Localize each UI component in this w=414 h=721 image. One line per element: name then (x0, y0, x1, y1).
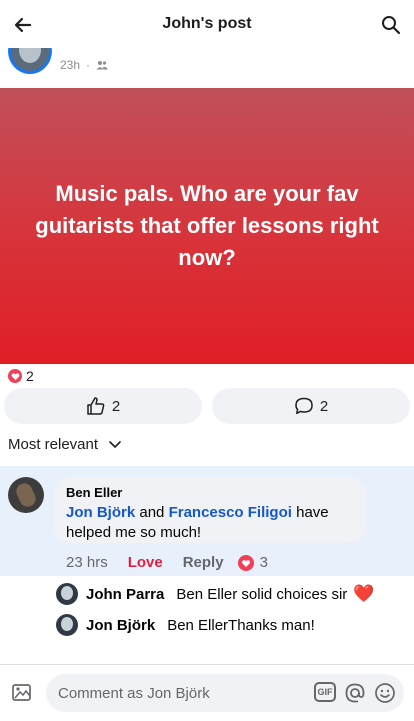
reply-author[interactable]: John Parra (86, 586, 164, 603)
sort-selector[interactable]: Most relevant (8, 436, 122, 453)
reply-avatar[interactable] (56, 614, 78, 636)
reply-text: Ben Eller solid choices sir (176, 585, 348, 603)
heart-emoji: ❤️ (353, 584, 375, 603)
chevron-down-icon (109, 440, 121, 448)
thumbs-up-icon (87, 397, 105, 415)
comment-button[interactable]: 2 (212, 388, 410, 424)
top-bar: John's post (0, 0, 414, 48)
reply-text: Ben EllerThanks man! (167, 616, 315, 634)
mention-link[interactable]: Francesco Filigoi (169, 504, 292, 521)
like-count: 2 (111, 397, 121, 415)
mention-icon[interactable] (344, 682, 366, 704)
love-reaction-icon (8, 369, 22, 383)
mention-link[interactable]: Jon Björk (66, 504, 135, 521)
reply-item: Jon Björk Ben EllerThanks man! (56, 614, 321, 636)
sort-label: Most relevant (8, 436, 99, 453)
love-button[interactable]: Love (128, 554, 163, 571)
post-meta: 23h · (60, 58, 108, 72)
comment-composer: Comment as Jon Björk GIF (0, 664, 414, 721)
comment-text: Jon Björk and Francesco Filigoi have hel… (66, 504, 329, 541)
comment-time: 23 hrs (66, 554, 108, 571)
back-button[interactable] (10, 12, 36, 38)
reaction-summary[interactable]: 2 (8, 368, 34, 384)
photo-icon[interactable] (10, 681, 34, 705)
comment-icon (295, 397, 313, 415)
comment-count: 2 (319, 397, 329, 415)
commenter-avatar[interactable] (8, 477, 44, 513)
arrow-left-icon (14, 17, 32, 33)
reply-button[interactable]: Reply (183, 554, 224, 571)
love-reaction-icon (237, 554, 254, 571)
comment-author[interactable]: Ben Eller (66, 485, 354, 500)
comment-reaction-count: 3 (259, 554, 268, 571)
post-text: Music pals. Who are your fav guitarists … (35, 181, 379, 270)
friends-icon (96, 61, 108, 70)
gif-icon[interactable]: GIF (314, 682, 336, 702)
page-title: John's post (162, 15, 252, 32)
search-button[interactable] (378, 12, 404, 38)
post-banner[interactable]: Music pals. Who are your fav guitarists … (0, 88, 414, 364)
reply-author[interactable]: Jon Björk (86, 617, 155, 634)
comment-actions: 23 hrs Love Reply 3 (66, 554, 268, 571)
comment-placeholder: Comment as Jon Björk (58, 684, 210, 702)
comment-input[interactable]: Comment as Jon Björk GIF (46, 674, 404, 712)
reply-item: John Parra Ben Eller solid choices sir ❤… (56, 583, 374, 605)
input-icons: GIF (314, 682, 396, 704)
reaction-count: 2 (26, 368, 34, 384)
reply-avatar[interactable] (56, 583, 78, 605)
comment-item: Ben Eller Jon Björk and Francesco Filigo… (0, 466, 414, 576)
post-time: 23h (60, 58, 81, 72)
emoji-icon[interactable] (374, 682, 396, 704)
search-icon (382, 16, 401, 35)
comment-bubble[interactable]: Ben Eller Jon Björk and Francesco Filigo… (54, 477, 366, 543)
like-button[interactable]: 2 (4, 388, 202, 424)
